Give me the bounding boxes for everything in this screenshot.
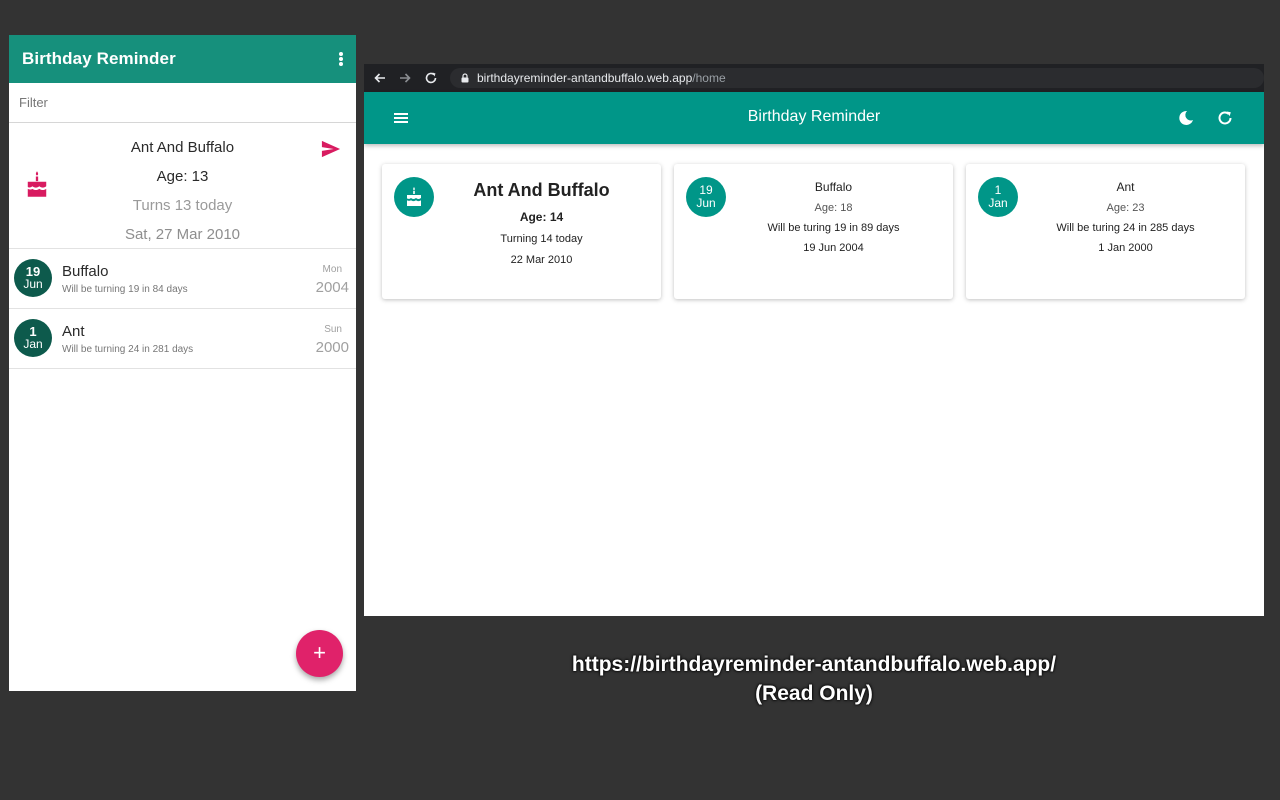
- card-status: Turning 14 today: [500, 233, 583, 245]
- caption: https://birthdayreminder-antandbuffalo.w…: [364, 650, 1264, 708]
- birthday-cards: Ant And Buffalo Age: 14 Turning 14 today…: [382, 164, 1245, 299]
- card-status: Will be turing 24 in 285 days: [1056, 222, 1195, 234]
- list-item[interactable]: 1 Jan Ant Will be turning 24 in 281 days…: [9, 309, 356, 369]
- card-age: Age: 18: [814, 202, 853, 214]
- card-name: Ant And Buffalo: [473, 180, 610, 200]
- card-date: 1 Jan 2000: [1098, 242, 1153, 254]
- lock-icon: [461, 73, 469, 83]
- dark-mode-icon[interactable]: [1177, 109, 1195, 127]
- web-app-bar: Birthday Reminder: [364, 92, 1264, 144]
- caption-url: https://birthdayreminder-antandbuffalo.w…: [571, 653, 1057, 676]
- url-host: birthdayreminder-antandbuffalo.web.app: [477, 71, 693, 85]
- date-badge: 19 Jun: [14, 259, 52, 297]
- mobile-app-bar: Birthday Reminder: [9, 35, 356, 83]
- today-age: Age: 13: [156, 168, 209, 185]
- card-date: 22 Mar 2010: [510, 254, 573, 266]
- list-item-name: Ant: [62, 323, 85, 340]
- card-content: Buffalo Age: 18 Will be turing 19 in 89 …: [714, 178, 953, 254]
- card-age: Age: 14: [519, 210, 564, 224]
- add-birthday-button[interactable]: +: [296, 630, 343, 677]
- birthday-card[interactable]: 19 Jun Buffalo Age: 18 Will be turing 19…: [674, 164, 953, 299]
- today-birthday-card[interactable]: Ant And Buffalo Age: 13 Turns 13 today S…: [9, 123, 356, 249]
- today-turns: Turns 13 today: [132, 197, 233, 214]
- birthday-card-today[interactable]: Ant And Buffalo Age: 14 Turning 14 today…: [382, 164, 661, 299]
- today-date: Sat, 27 Mar 2010: [124, 226, 241, 243]
- refresh-icon[interactable]: [1216, 109, 1234, 127]
- badge-month: Jan: [23, 337, 43, 351]
- more-vert-icon[interactable]: [336, 49, 346, 69]
- list-item[interactable]: 19 Jun Buffalo Will be turning 19 in 84 …: [9, 249, 356, 309]
- mobile-app-screen: Birthday Reminder Ant And Buffalo Age: 1…: [9, 35, 356, 691]
- back-arrow-icon[interactable]: [373, 71, 387, 85]
- browser-window: birthdayreminder-antandbuffalo.web.app/h…: [364, 64, 1264, 616]
- card-date: 19 Jun 2004: [803, 242, 864, 254]
- cake-icon: [27, 171, 47, 197]
- list-item-weekday: Sun: [324, 324, 342, 335]
- list-item-year: 2000: [315, 339, 349, 356]
- address-bar[interactable]: birthdayreminder-antandbuffalo.web.app/h…: [450, 68, 1264, 88]
- list-item-weekday: Mon: [322, 264, 342, 275]
- today-name: Ant And Buffalo: [130, 139, 235, 156]
- url-path: /home: [692, 71, 726, 85]
- card-status: Will be turing 19 in 89 days: [767, 222, 900, 234]
- mobile-app-title: Birthday Reminder: [22, 49, 176, 68]
- list-item-name: Buffalo: [62, 263, 109, 280]
- browser-toolbar: birthdayreminder-antandbuffalo.web.app/h…: [364, 64, 1264, 92]
- list-item-subtitle: Will be turning 19 in 84 days: [62, 284, 188, 295]
- card-name: Ant: [1116, 180, 1135, 194]
- birthday-card[interactable]: 1 Jan Ant Age: 23 Will be turing 24 in 2…: [966, 164, 1245, 299]
- badge-month: Jun: [23, 277, 43, 291]
- filter-input[interactable]: [19, 95, 346, 110]
- card-content: Ant And Buffalo Age: 14 Turning 14 today…: [422, 178, 661, 266]
- filter-field: [9, 83, 356, 123]
- forward-arrow-icon[interactable]: [398, 71, 412, 85]
- caption-note: (Read Only): [755, 682, 873, 705]
- card-age: Age: 23: [1106, 202, 1145, 214]
- send-icon[interactable]: [320, 139, 342, 159]
- card-name: Buffalo: [814, 180, 853, 194]
- web-app-title: Birthday Reminder: [747, 108, 881, 125]
- list-item-year: 2004: [315, 279, 349, 296]
- reload-icon[interactable]: [424, 71, 438, 85]
- card-content: Ant Age: 23 Will be turing 24 in 285 day…: [1006, 178, 1245, 254]
- date-badge: 1 Jan: [14, 319, 52, 357]
- list-item-subtitle: Will be turning 24 in 281 days: [62, 344, 194, 355]
